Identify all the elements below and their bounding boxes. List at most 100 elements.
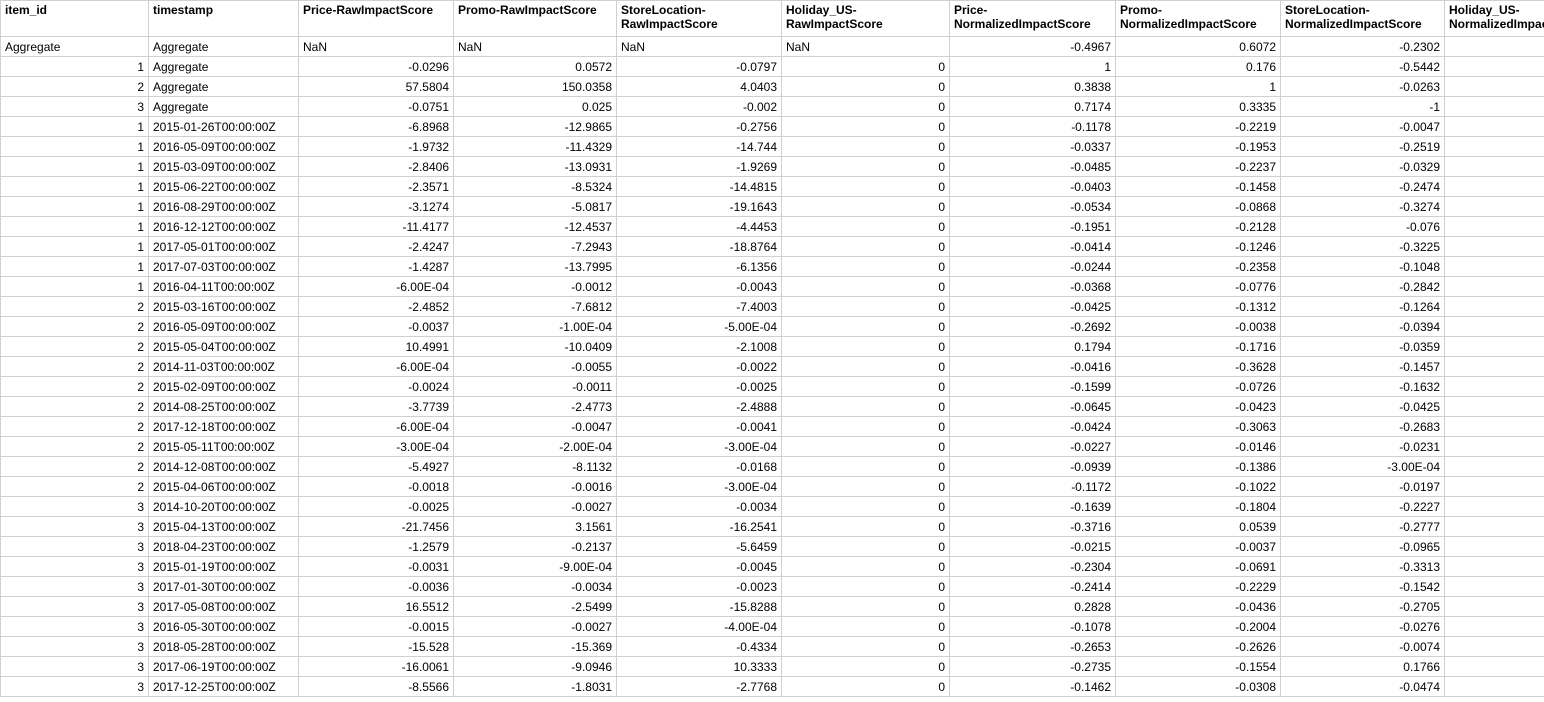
table-cell: 2 <box>1 337 149 357</box>
table-cell: -9.0946 <box>454 657 617 677</box>
table-cell: -0.1078 <box>950 617 1116 637</box>
table-row: 12016-12-12T00:00:00Z-11.4177-12.4537-4.… <box>1 217 1544 237</box>
table-cell: 0 <box>1445 377 1544 397</box>
table-cell: -6.00E-04 <box>299 417 454 437</box>
table-cell: -16.2541 <box>617 517 782 537</box>
table-header-row: item_idtimestampPrice-RawImpactScoreProm… <box>1 1 1544 37</box>
table-cell: 1 <box>1 57 149 77</box>
table-row: 12015-03-09T00:00:00Z-2.8406-13.0931-1.9… <box>1 157 1544 177</box>
table-cell: 2018-04-23T00:00:00Z <box>149 537 299 557</box>
table-row: 1Aggregate-0.02960.0572-0.0797010.176-0.… <box>1 57 1544 77</box>
table-cell: -0.0034 <box>454 577 617 597</box>
table-cell: -3.7739 <box>299 397 454 417</box>
table-cell: 2017-12-25T00:00:00Z <box>149 677 299 697</box>
table-cell: 3 <box>1 497 149 517</box>
table-cell: -2.7768 <box>617 677 782 697</box>
table-cell: -3.00E-04 <box>617 437 782 457</box>
table-cell: 10.4991 <box>299 337 454 357</box>
table-row: AggregateAggregateNaNNaNNaNNaN-0.49670.6… <box>1 37 1544 57</box>
table-cell: 2016-05-30T00:00:00Z <box>149 617 299 637</box>
table-cell: -8.5324 <box>454 177 617 197</box>
table-cell: -18.8764 <box>617 237 782 257</box>
table-row: 22015-02-09T00:00:00Z-0.0024-0.0011-0.00… <box>1 377 1544 397</box>
table-cell: -3.00E-04 <box>299 437 454 457</box>
table-cell: -0.2227 <box>1281 497 1445 517</box>
table-cell: -0.0868 <box>1116 197 1281 217</box>
table-cell: -0.0414 <box>950 237 1116 257</box>
table-cell: -0.0016 <box>454 477 617 497</box>
table-cell: -0.1804 <box>1116 497 1281 517</box>
table-cell: -0.2004 <box>1116 617 1281 637</box>
table-cell: 2015-01-19T00:00:00Z <box>149 557 299 577</box>
table-cell: -0.1639 <box>950 497 1116 517</box>
table-cell: 2017-01-30T00:00:00Z <box>149 577 299 597</box>
table-cell: 0 <box>782 197 950 217</box>
table-cell: -10.0409 <box>454 337 617 357</box>
table-cell: 0 <box>1445 277 1544 297</box>
table-cell: -0.2626 <box>1116 637 1281 657</box>
table-cell: 0 <box>1445 297 1544 317</box>
table-cell: -6.00E-04 <box>299 357 454 377</box>
table-cell: -11.4177 <box>299 217 454 237</box>
table-cell: 0 <box>1445 97 1544 117</box>
table-cell: -0.2358 <box>1116 257 1281 277</box>
table-cell: 150.0358 <box>454 77 617 97</box>
table-cell: 2015-04-06T00:00:00Z <box>149 477 299 497</box>
table-cell: -0.0024 <box>299 377 454 397</box>
table-cell: -0.3225 <box>1281 237 1445 257</box>
table-cell: 3 <box>1 97 149 117</box>
table-cell: -16.0061 <box>299 657 454 677</box>
table-cell: -0.0474 <box>1281 677 1445 697</box>
table-cell: -15.8288 <box>617 597 782 617</box>
table-cell: -0.1951 <box>950 217 1116 237</box>
table-cell: -2.8406 <box>299 157 454 177</box>
table-cell: 0 <box>1445 217 1544 237</box>
table-cell: -0.2304 <box>950 557 1116 577</box>
table-cell: -7.4003 <box>617 297 782 317</box>
table-cell: 1 <box>1 117 149 137</box>
table-cell: 0.1766 <box>1281 657 1445 677</box>
column-header: StoreLocation-NormalizedImpactScore <box>1281 1 1445 37</box>
table-cell: 0.6072 <box>1116 37 1281 57</box>
table-cell: 3.1561 <box>454 517 617 537</box>
table-cell: -0.0227 <box>950 437 1116 457</box>
table-cell: -0.0425 <box>950 297 1116 317</box>
table-cell: 2 <box>1 317 149 337</box>
table-cell: -0.0231 <box>1281 437 1445 457</box>
table-cell: -2.1008 <box>617 337 782 357</box>
table-cell: 3 <box>1 637 149 657</box>
table-cell: -0.0534 <box>950 197 1116 217</box>
table-cell: 0 <box>1445 197 1544 217</box>
table-cell: 0 <box>1445 537 1544 557</box>
table-cell: 2 <box>1 457 149 477</box>
table-row: 2Aggregate57.5804150.03584.040300.38381-… <box>1 77 1544 97</box>
table-cell: -1.8031 <box>454 677 617 697</box>
table-cell: 0.0539 <box>1116 517 1281 537</box>
table-row: 22015-04-06T00:00:00Z-0.0018-0.0016-3.00… <box>1 477 1544 497</box>
table-cell: -0.5442 <box>1281 57 1445 77</box>
table-cell: -0.1599 <box>950 377 1116 397</box>
table-cell: 0 <box>1445 477 1544 497</box>
table-cell: 1 <box>1116 77 1281 97</box>
table-cell: -0.0965 <box>1281 537 1445 557</box>
table-cell: -0.1542 <box>1281 577 1445 597</box>
table-cell: 0 <box>782 477 950 497</box>
table-cell: -0.0027 <box>454 617 617 637</box>
table-cell: 0 <box>1445 517 1544 537</box>
table-cell: 0 <box>782 337 950 357</box>
table-cell: NaN <box>617 37 782 57</box>
table-cell: NaN <box>454 37 617 57</box>
table-cell: -0.4967 <box>950 37 1116 57</box>
table-row: 32015-01-19T00:00:00Z-0.0031-9.00E-04-0.… <box>1 557 1544 577</box>
column-header: Holiday_US-RawImpactScore <box>782 1 950 37</box>
table-cell: -0.1264 <box>1281 297 1445 317</box>
table-row: 32014-10-20T00:00:00Z-0.0025-0.0027-0.00… <box>1 497 1544 517</box>
table-cell: -0.3063 <box>1116 417 1281 437</box>
table-cell: 2014-11-03T00:00:00Z <box>149 357 299 377</box>
table-cell: -0.1022 <box>1116 477 1281 497</box>
table-cell: -0.0776 <box>1116 277 1281 297</box>
table-cell: -0.0025 <box>299 497 454 517</box>
table-cell: 0 <box>1445 397 1544 417</box>
table-cell: 3 <box>1 517 149 537</box>
table-cell: -0.0037 <box>299 317 454 337</box>
